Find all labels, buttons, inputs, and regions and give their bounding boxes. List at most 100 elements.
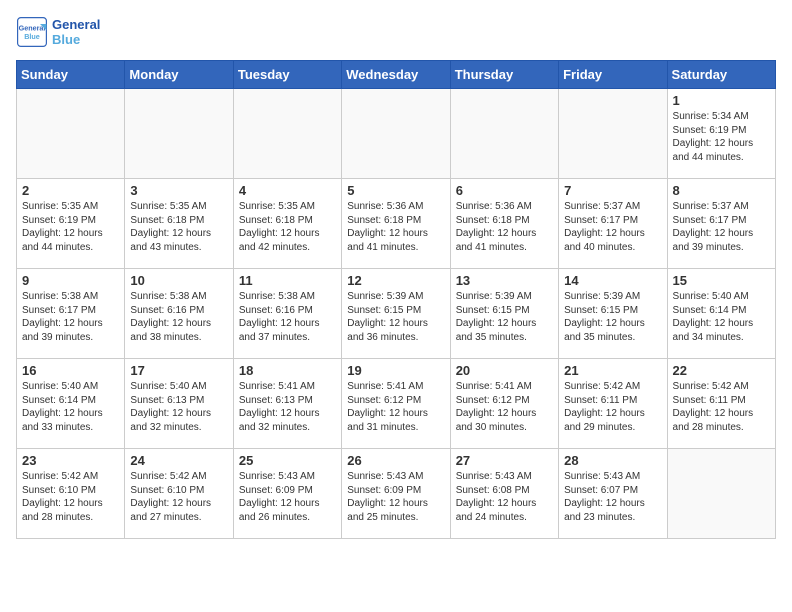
day-number: 24 — [130, 453, 227, 468]
day-cell: 13 Sunrise: 5:39 AM Sunset: 6:15 PM Dayli… — [450, 269, 558, 359]
day-number: 20 — [456, 363, 553, 378]
day-cell: 4 Sunrise: 5:35 AM Sunset: 6:18 PM Daylig… — [233, 179, 341, 269]
day-number: 14 — [564, 273, 661, 288]
day-number: 25 — [239, 453, 336, 468]
day-info: Sunrise: 5:35 AM Sunset: 6:18 PM Dayligh… — [130, 200, 227, 254]
day-info: Sunrise: 5:41 AM Sunset: 6:13 PM Dayligh… — [239, 380, 336, 434]
day-cell: 9 Sunrise: 5:38 AM Sunset: 6:17 PM Daylig… — [17, 269, 125, 359]
day-number: 15 — [673, 273, 770, 288]
day-info: Sunrise: 5:43 AM Sunset: 6:07 PM Dayligh… — [564, 470, 661, 524]
day-cell: 20 Sunrise: 5:41 AM Sunset: 6:12 PM Dayli… — [450, 359, 558, 449]
day-cell — [233, 89, 341, 179]
day-number: 12 — [347, 273, 444, 288]
day-info: Sunrise: 5:37 AM Sunset: 6:17 PM Dayligh… — [673, 200, 770, 254]
day-cell — [17, 89, 125, 179]
day-cell: 23 Sunrise: 5:42 AM Sunset: 6:10 PM Dayli… — [17, 449, 125, 539]
day-cell: 2 Sunrise: 5:35 AM Sunset: 6:19 PM Daylig… — [17, 179, 125, 269]
day-cell — [342, 89, 450, 179]
day-cell: 22Sunrise: 5:42 AM Sunset: 6:11 PM Dayli… — [667, 359, 775, 449]
day-info: Sunrise: 5:42 AM Sunset: 6:10 PM Dayligh… — [130, 470, 227, 524]
day-cell: 26 Sunrise: 5:43 AM Sunset: 6:09 PM Dayli… — [342, 449, 450, 539]
day-info: Sunrise: 5:43 AM Sunset: 6:09 PM Dayligh… — [347, 470, 444, 524]
day-number: 11 — [239, 273, 336, 288]
day-info: Sunrise: 5:38 AM Sunset: 6:16 PM Dayligh… — [239, 290, 336, 344]
day-number: 13 — [456, 273, 553, 288]
day-number: 4 — [239, 183, 336, 198]
day-number: 18 — [239, 363, 336, 378]
day-info: Sunrise: 5:42 AM Sunset: 6:11 PM Dayligh… — [564, 380, 661, 434]
day-number: 1 — [673, 93, 770, 108]
day-cell: 19 Sunrise: 5:41 AM Sunset: 6:12 PM Dayli… — [342, 359, 450, 449]
svg-text:Blue: Blue — [24, 32, 40, 41]
day-number: 7 — [564, 183, 661, 198]
day-info: Sunrise: 5:37 AM Sunset: 6:17 PM Dayligh… — [564, 200, 661, 254]
day-number: 23 — [22, 453, 119, 468]
week-row-5: 23 Sunrise: 5:42 AM Sunset: 6:10 PM Dayli… — [17, 449, 776, 539]
day-cell: 28 Sunrise: 5:43 AM Sunset: 6:07 PM Dayli… — [559, 449, 667, 539]
day-number: 8 — [673, 183, 770, 198]
day-cell: 8 Sunrise: 5:37 AM Sunset: 6:17 PM Daylig… — [667, 179, 775, 269]
day-cell: 17 Sunrise: 5:40 AM Sunset: 6:13 PM Dayli… — [125, 359, 233, 449]
day-info: Sunrise: 5:35 AM Sunset: 6:18 PM Dayligh… — [239, 200, 336, 254]
day-cell — [450, 89, 558, 179]
logo-general: General — [52, 17, 100, 32]
logo-icon: General Blue — [16, 16, 48, 48]
logo-blue: Blue — [52, 32, 100, 47]
header-thursday: Thursday — [450, 61, 558, 89]
day-info: Sunrise: 5:41 AM Sunset: 6:12 PM Dayligh… — [456, 380, 553, 434]
header-friday: Friday — [559, 61, 667, 89]
week-row-3: 9 Sunrise: 5:38 AM Sunset: 6:17 PM Daylig… — [17, 269, 776, 359]
day-cell: 1 Sunrise: 5:34 AM Sunset: 6:19 PM Daylig… — [667, 89, 775, 179]
day-cell: 15Sunrise: 5:40 AM Sunset: 6:14 PM Dayli… — [667, 269, 775, 359]
day-cell — [125, 89, 233, 179]
day-number: 9 — [22, 273, 119, 288]
day-number: 27 — [456, 453, 553, 468]
day-info: Sunrise: 5:38 AM Sunset: 6:16 PM Dayligh… — [130, 290, 227, 344]
day-info: Sunrise: 5:40 AM Sunset: 6:13 PM Dayligh… — [130, 380, 227, 434]
day-cell: 14 Sunrise: 5:39 AM Sunset: 6:15 PM Dayli… — [559, 269, 667, 359]
day-cell: 5 Sunrise: 5:36 AM Sunset: 6:18 PM Daylig… — [342, 179, 450, 269]
day-cell: 25 Sunrise: 5:43 AM Sunset: 6:09 PM Dayli… — [233, 449, 341, 539]
day-info: Sunrise: 5:39 AM Sunset: 6:15 PM Dayligh… — [456, 290, 553, 344]
header-saturday: Saturday — [667, 61, 775, 89]
day-number: 19 — [347, 363, 444, 378]
day-info: Sunrise: 5:34 AM Sunset: 6:19 PM Dayligh… — [673, 110, 770, 164]
day-cell: 10Sunrise: 5:38 AM Sunset: 6:16 PM Dayli… — [125, 269, 233, 359]
day-number: 5 — [347, 183, 444, 198]
day-cell: 27 Sunrise: 5:43 AM Sunset: 6:08 PM Dayli… — [450, 449, 558, 539]
header-sunday: Sunday — [17, 61, 125, 89]
day-cell: 7 Sunrise: 5:37 AM Sunset: 6:17 PM Daylig… — [559, 179, 667, 269]
day-number: 2 — [22, 183, 119, 198]
day-info: Sunrise: 5:36 AM Sunset: 6:18 PM Dayligh… — [456, 200, 553, 254]
calendar-header-row: SundayMondayTuesdayWednesdayThursdayFrid… — [17, 61, 776, 89]
day-info: Sunrise: 5:40 AM Sunset: 6:14 PM Dayligh… — [22, 380, 119, 434]
day-info: Sunrise: 5:42 AM Sunset: 6:10 PM Dayligh… — [22, 470, 119, 524]
day-cell: 16Sunrise: 5:40 AM Sunset: 6:14 PM Dayli… — [17, 359, 125, 449]
calendar-table: SundayMondayTuesdayWednesdayThursdayFrid… — [16, 60, 776, 539]
day-cell: 21 Sunrise: 5:42 AM Sunset: 6:11 PM Dayli… — [559, 359, 667, 449]
day-number: 6 — [456, 183, 553, 198]
day-number: 3 — [130, 183, 227, 198]
day-cell: 11 Sunrise: 5:38 AM Sunset: 6:16 PM Dayli… — [233, 269, 341, 359]
day-cell: 3 Sunrise: 5:35 AM Sunset: 6:18 PM Daylig… — [125, 179, 233, 269]
day-info: Sunrise: 5:39 AM Sunset: 6:15 PM Dayligh… — [564, 290, 661, 344]
week-row-4: 16Sunrise: 5:40 AM Sunset: 6:14 PM Dayli… — [17, 359, 776, 449]
day-info: Sunrise: 5:38 AM Sunset: 6:17 PM Dayligh… — [22, 290, 119, 344]
day-cell — [559, 89, 667, 179]
day-number: 28 — [564, 453, 661, 468]
day-info: Sunrise: 5:43 AM Sunset: 6:09 PM Dayligh… — [239, 470, 336, 524]
day-number: 26 — [347, 453, 444, 468]
day-info: Sunrise: 5:41 AM Sunset: 6:12 PM Dayligh… — [347, 380, 444, 434]
logo: General Blue General Blue — [16, 16, 100, 48]
day-cell: 12Sunrise: 5:39 AM Sunset: 6:15 PM Dayli… — [342, 269, 450, 359]
week-row-1: 1 Sunrise: 5:34 AM Sunset: 6:19 PM Daylig… — [17, 89, 776, 179]
week-row-2: 2 Sunrise: 5:35 AM Sunset: 6:19 PM Daylig… — [17, 179, 776, 269]
day-number: 21 — [564, 363, 661, 378]
day-info: Sunrise: 5:43 AM Sunset: 6:08 PM Dayligh… — [456, 470, 553, 524]
day-cell: 6 Sunrise: 5:36 AM Sunset: 6:18 PM Daylig… — [450, 179, 558, 269]
day-info: Sunrise: 5:35 AM Sunset: 6:19 PM Dayligh… — [22, 200, 119, 254]
day-cell: 24 Sunrise: 5:42 AM Sunset: 6:10 PM Dayli… — [125, 449, 233, 539]
day-cell — [667, 449, 775, 539]
day-number: 17 — [130, 363, 227, 378]
day-info: Sunrise: 5:36 AM Sunset: 6:18 PM Dayligh… — [347, 200, 444, 254]
